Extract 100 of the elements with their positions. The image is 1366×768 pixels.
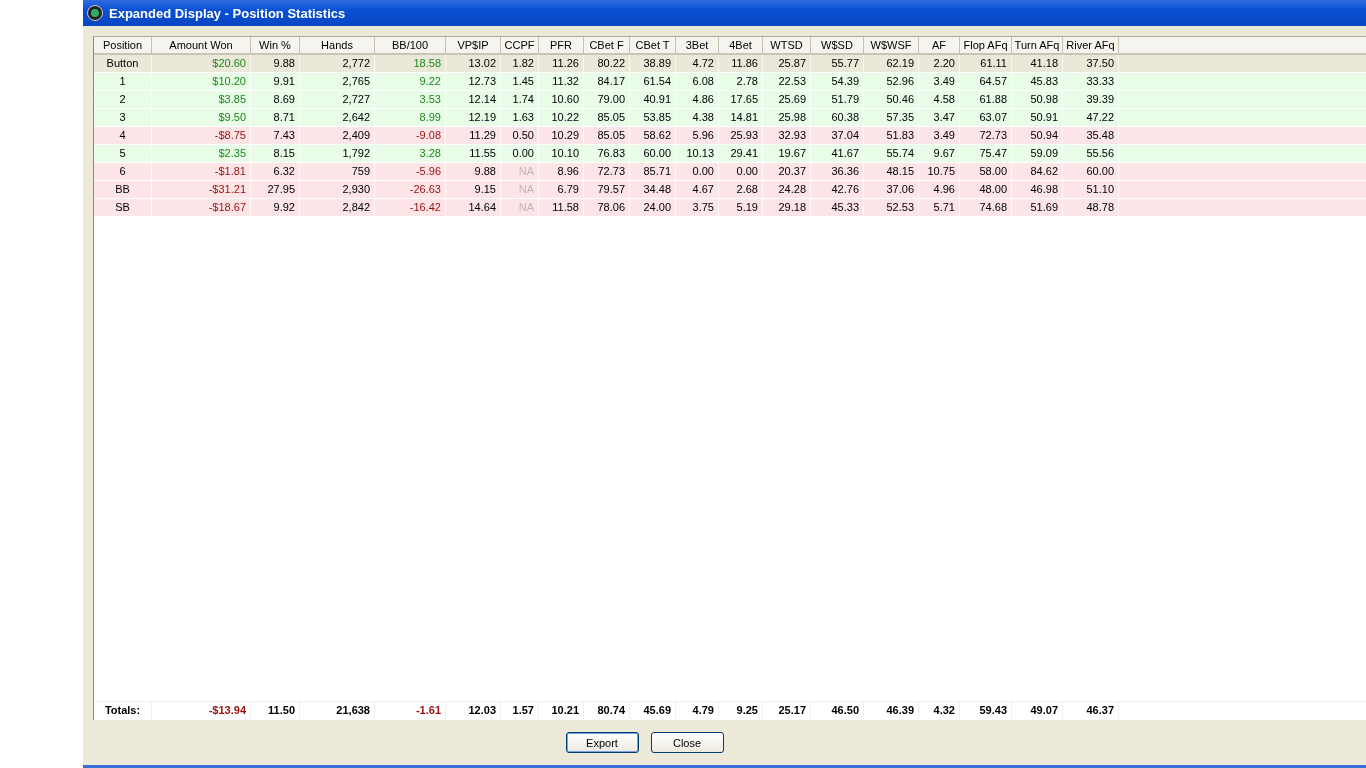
table-cell: 4.86 [676,91,719,108]
table-cell: 4.58 [919,91,960,108]
dialog-button[interactable]: Close [650,732,724,753]
table-cell: 51.10 [1063,181,1119,198]
column-header[interactable]: Hands [300,37,375,53]
table-cell: -$8.75 [152,127,251,144]
table-cell: NA [501,181,539,198]
totals-cell: 9.25 [719,702,763,719]
table-row[interactable]: Button $20.60 9.88 2,772 18.58 13.02 1.82 11.26 80.22 38.89 4.72 11.86 25.87 55.77 62.19 2.20 61.11 41.18 37.50 [94,55,1366,73]
table-cell: 7.43 [251,127,300,144]
table-cell: 12.14 [446,91,501,108]
table-row[interactable]: 6 -$1.81 6.32 759 -5.96 9.88 NA 8.96 72.73 85.71 0.00 0.00 20.37 36.36 48.15 10.75 58.00 84.62 60.00 [94,163,1366,181]
column-header[interactable]: Win % [251,37,300,53]
table-cell: 34.48 [630,181,676,198]
dialog-button[interactable]: Export [565,732,639,753]
table-cell: SB [94,199,152,216]
table-cell: 35.48 [1063,127,1119,144]
table-cell: -$31.21 [152,181,251,198]
table-cell: 61.88 [960,91,1012,108]
table-row[interactable]: 4 -$8.75 7.43 2,409 -9.08 11.29 0.50 10.29 85.05 58.62 5.96 25.93 32.93 37.04 51.83 3.49 72.73 50.94 35.48 [94,127,1366,145]
table-cell: 5.71 [919,199,960,216]
table-cell: 25.69 [763,91,811,108]
table-cell: 76.83 [584,145,630,162]
table-cell: 14.64 [446,199,501,216]
table-cell: 9.88 [251,55,300,72]
table-row[interactable]: 2 $3.85 8.69 2,727 3.53 12.14 1.74 10.60 79.00 40.91 4.86 17.65 25.69 51.79 50.46 4.58 61.88 50.98 39.39 [94,91,1366,109]
column-header[interactable]: Turn AFq [1012,37,1063,53]
table-cell: 2,842 [300,199,375,216]
column-header[interactable]: Position [94,37,152,53]
table-cell: 74.68 [960,199,1012,216]
column-header[interactable]: 4Bet [719,37,763,53]
table-cell: 37.06 [864,181,919,198]
table-cell: 84.62 [1012,163,1063,180]
table-cell: 29.18 [763,199,811,216]
table-cell: 3.75 [676,199,719,216]
column-header[interactable]: CBet F [584,37,630,53]
table-cell: -9.08 [375,127,446,144]
totals-cell: 4.32 [919,702,960,719]
table-cell: 0.00 [719,163,763,180]
table-cell: 25.93 [719,127,763,144]
totals-cell: 46.39 [864,702,919,719]
table-cell: 55.77 [811,55,864,72]
table-cell: 50.91 [1012,109,1063,126]
table-cell: $3.85 [152,91,251,108]
table-cell: 51.79 [811,91,864,108]
table-cell: 22.53 [763,73,811,90]
table-row[interactable]: 3 $9.50 8.71 2,642 8.99 12.19 1.63 10.22 85.05 53.85 4.38 14.81 25.98 60.38 57.35 3.47 63.07 50.91 47.22 [94,109,1366,127]
column-header[interactable]: WTSD [763,37,811,53]
column-header[interactable]: PFR [539,37,584,53]
column-header[interactable]: Flop AFq [960,37,1012,53]
table-cell: 6.32 [251,163,300,180]
table-cell: 0.00 [501,145,539,162]
column-header[interactable]: W$SD [811,37,864,53]
table-cell: 75.47 [960,145,1012,162]
table-cell: 12.19 [446,109,501,126]
table-cell: 48.78 [1063,199,1119,216]
table-cell: 50.98 [1012,91,1063,108]
table-cell: 2.78 [719,73,763,90]
table-cell: 1.74 [501,91,539,108]
table-cell: 50.94 [1012,127,1063,144]
table-row[interactable]: BB -$31.21 27.95 2,930 -26.63 9.15 NA 6.79 79.57 34.48 4.67 2.68 24.28 42.76 37.06 4.96 48.00 46.98 51.10 [94,181,1366,199]
column-header[interactable]: BB/100 [375,37,446,53]
table-row[interactable]: SB -$18.67 9.92 2,842 -16.42 14.64 NA 11.58 78.06 24.00 3.75 5.19 29.18 45.33 52.53 5.71 74.68 51.69 48.78 [94,199,1366,217]
table-cell: 5.19 [719,199,763,216]
totals-cell: Totals: [94,702,152,719]
column-header[interactable]: River AFq [1063,37,1119,53]
totals-cell: 49.07 [1012,702,1063,719]
column-header[interactable]: CCPF [501,37,539,53]
table-cell: 41.18 [1012,55,1063,72]
table-cell: 63.07 [960,109,1012,126]
table-cell: 84.17 [584,73,630,90]
table-cell: 37.50 [1063,55,1119,72]
column-header[interactable]: Amount Won [152,37,251,53]
table-cell: 9.88 [446,163,501,180]
table-cell: 5 [94,145,152,162]
column-header[interactable]: CBet T [630,37,676,53]
table-cell: 8.69 [251,91,300,108]
column-header[interactable]: W$WSF [864,37,919,53]
table-cell: 27.95 [251,181,300,198]
table-cell: 40.91 [630,91,676,108]
table-cell: 36.36 [811,163,864,180]
column-header[interactable]: VP$IP [446,37,501,53]
table-row[interactable]: 1 $10.20 9.91 2,765 9.22 12.73 1.45 11.32 84.17 61.54 6.08 2.78 22.53 54.39 52.96 3.49 64.57 45.83 33.33 [94,73,1366,91]
table-cell: 4.96 [919,181,960,198]
table-cell: 0.50 [501,127,539,144]
table-cell: -26.63 [375,181,446,198]
table-cell: 12.73 [446,73,501,90]
table-cell: 4.38 [676,109,719,126]
column-header[interactable]: AF [919,37,960,53]
table-cell: 3.49 [919,73,960,90]
table-cell: 3.47 [919,109,960,126]
table-cell: 11.32 [539,73,584,90]
table-cell: 1 [94,73,152,90]
table-cell: 5.96 [676,127,719,144]
table-row[interactable]: 5 $2.35 8.15 1,792 3.28 11.55 0.00 10.10 76.83 60.00 10.13 29.41 19.67 41.67 55.74 9.67 75.47 59.09 55.56 [94,145,1366,163]
table-cell: 61.11 [960,55,1012,72]
table-cell: 11.29 [446,127,501,144]
table-cell: NA [501,163,539,180]
table-cell: 4 [94,127,152,144]
column-header[interactable]: 3Bet [676,37,719,53]
